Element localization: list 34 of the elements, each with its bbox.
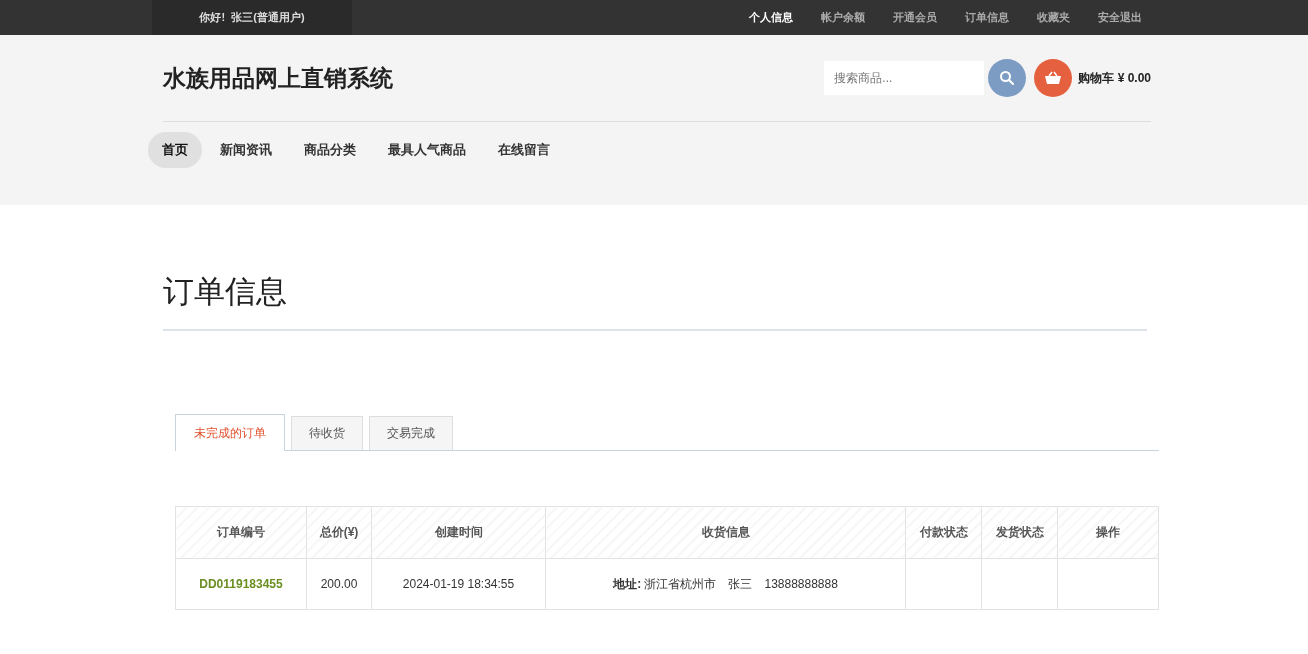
top-menu-link[interactable]: 安全退出 — [1084, 10, 1156, 25]
cart-button[interactable] — [1034, 59, 1073, 97]
column-header: 收货信息 — [545, 506, 906, 559]
page-title: 订单信息 — [163, 205, 1147, 331]
nav-link[interactable]: 商品分类 — [290, 132, 370, 168]
top-menu-link[interactable]: 订单信息 — [951, 10, 1023, 25]
top-menu-link[interactable]: 个人信息 — [735, 10, 807, 25]
top-menu-link[interactable]: 收藏夹 — [1023, 10, 1084, 25]
column-header: 付款状态 — [905, 506, 982, 559]
cart-total[interactable]: 购物车 ¥ 0.00 — [1078, 69, 1151, 87]
created-time-cell: 2024-01-19 18:34:55 — [371, 558, 546, 610]
nav-link[interactable]: 在线留言 — [484, 132, 564, 168]
basket-icon — [1044, 71, 1063, 85]
search-field[interactable]: 搜索商品... — [824, 61, 985, 95]
column-header: 总价(¥) — [306, 506, 372, 559]
site-title: 水族用品网上直销系统 — [163, 63, 393, 93]
nav-link[interactable]: 最具人气商品 — [374, 132, 480, 168]
shipping-info-cell: 地址: 浙江省杭州市 张三 13888888888 — [545, 558, 906, 610]
column-header: 发货状态 — [981, 506, 1058, 559]
column-header: 创建时间 — [371, 506, 546, 559]
total-cell: 200.00 — [306, 558, 372, 610]
nav-link[interactable]: 首页 — [148, 132, 202, 168]
order-tab[interactable]: 待收货 — [291, 416, 363, 450]
greeting-text: 你好! 张三(普通用户) — [152, 0, 352, 35]
top-menu-link[interactable]: 帐户余额 — [807, 10, 879, 25]
order-tab[interactable]: 交易完成 — [369, 416, 453, 450]
search-icon — [999, 70, 1016, 86]
order-tab[interactable]: 未完成的订单 — [175, 414, 285, 451]
search-button[interactable] — [988, 59, 1027, 97]
top-menu-link[interactable]: 开通会员 — [879, 10, 951, 25]
column-header: 订单编号 — [175, 506, 307, 559]
nav-link[interactable]: 新闻资讯 — [206, 132, 286, 168]
order-number-cell: DD0119183455 — [175, 558, 307, 610]
column-header: 操作 — [1057, 506, 1159, 559]
